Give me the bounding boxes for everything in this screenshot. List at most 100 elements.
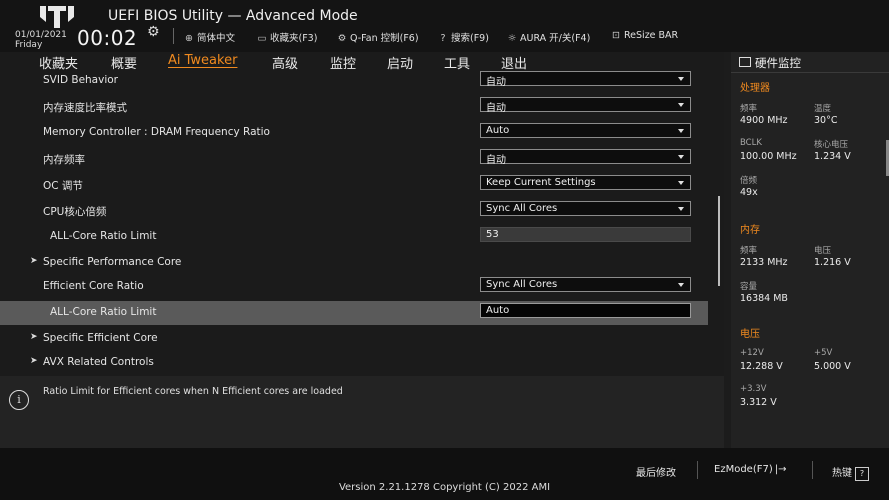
hardware-monitor-title: 硬件监控 [739, 55, 801, 71]
settings-scrollbar[interactable] [718, 196, 720, 286]
hardware-monitor-divider [731, 72, 889, 73]
bottom-bar: 最后修改 EzMode(F7) |→ 热键? Version 2.21.1278 … [0, 448, 889, 500]
help-bar: i Ratio Limit for Efficient cores when N… [0, 376, 724, 448]
setting-label: AVX Related Controls [43, 356, 154, 368]
hw-metric-label: 频率 [740, 104, 758, 114]
footer-divider [812, 461, 813, 479]
chevron-down-icon [678, 129, 684, 133]
toolbar-item-globe[interactable]: ⊕ 简体中文 [183, 30, 235, 44]
dropdown-value: 自动 [486, 77, 506, 88]
dropdown-value: 自动 [486, 103, 506, 114]
setting-dropdown[interactable]: 自动 [480, 97, 691, 114]
hw-section-title: 处理器 [740, 83, 770, 94]
hotkeys-label: 热键 [832, 468, 852, 479]
ratio-limit-input[interactable]: Auto [480, 303, 691, 318]
setting-dropdown[interactable]: 自动 [480, 71, 691, 88]
hw-metric-label: 电压 [814, 246, 832, 256]
toolbar-item-label: 简体中文 [197, 33, 236, 44]
input-value: Auto [486, 305, 510, 316]
setting-label: 内存频率 [43, 154, 85, 166]
chevron-down-icon [678, 181, 684, 185]
setting-row[interactable]: OC 调节 Keep Current Settings [0, 173, 708, 197]
setting-dropdown[interactable]: 自动 [480, 149, 691, 166]
setting-row[interactable]: ALL-Core Ratio Limit Auto [0, 301, 708, 325]
hw-metric-label: +12V [740, 348, 764, 358]
hw-metric-value: 30°C [814, 115, 838, 126]
dropdown-value: Auto [486, 125, 510, 136]
favorites-icon: ▭ [257, 33, 267, 44]
dropdown-value: Sync All Cores [486, 203, 558, 214]
toolbar-item-help-search[interactable]: ? 搜索(F9) [437, 30, 489, 44]
toolbar-item-label: 搜索(F9) [451, 33, 489, 44]
hw-metric-value: 4900 MHz [740, 115, 788, 126]
toolbar-item-label: ReSize BAR [624, 30, 679, 41]
setting-label: 内存速度比率模式 [43, 102, 127, 114]
setting-dropdown[interactable]: Keep Current Settings [480, 175, 691, 190]
submenu-arrow-icon: ➤ [30, 332, 38, 342]
chevron-down-icon [678, 207, 684, 211]
toolbar-item-label: AURA 开/关(F4) [520, 33, 591, 44]
setting-label: OC 调节 [43, 180, 83, 192]
toolbar-item-favorites[interactable]: ▭ 收藏夹(F3) [256, 30, 318, 44]
hardware-monitor-panel: 硬件监控 处理器 频率 4900 MHz 温度 30°C BCLK 100.00 MHz 核心… [731, 52, 889, 448]
toolbar-item-label: 收藏夹(F3) [270, 33, 318, 44]
fan-icon: ⚙ [337, 33, 347, 44]
ezmode-label: EzMode(F7) [714, 464, 773, 475]
exit-arrow-icon: |→ [774, 464, 787, 475]
setting-row[interactable]: SVID Behavior 自动 [0, 69, 708, 93]
toolbar-item-resize-bar[interactable]: ⊡ ReSize BAR [610, 30, 678, 41]
toolbar-item-aura[interactable]: ☼ AURA 开/关(F4) [506, 30, 591, 44]
date-text: 01/01/2021 [15, 30, 67, 40]
help-search-icon: ? [440, 33, 446, 44]
setting-row[interactable]: 内存频率 自动 [0, 147, 708, 171]
setting-row[interactable]: 内存速度比率模式 自动 [0, 95, 708, 119]
chevron-down-icon [678, 103, 684, 107]
version-text: Version 2.21.1278 Copyright (C) 2022 AMI [338, 482, 551, 493]
setting-row[interactable]: Efficient Core Ratio Sync All Cores [0, 275, 708, 299]
hw-metric-value: 5.000 V [814, 361, 851, 372]
aura-icon: ☼ [507, 33, 517, 44]
ezmode-button[interactable]: EzMode(F7) |→ [714, 464, 786, 475]
hw-metric-label: +5V [814, 348, 833, 358]
clock-settings-icon[interactable]: ⚙ [147, 24, 160, 40]
settings-list: SVID Behavior 自动 内存速度比率模式 自动 Memory Controll… [0, 69, 724, 376]
info-icon: i [9, 390, 29, 410]
globe-icon: ⊕ [185, 33, 193, 44]
setting-label: Efficient Core Ratio [43, 280, 144, 292]
hw-metric-value: 12.288 V [740, 361, 783, 372]
setting-dropdown[interactable]: Sync All Cores [480, 277, 691, 292]
setting-dropdown[interactable]: Sync All Cores [480, 201, 691, 216]
chevron-down-icon [678, 283, 684, 287]
hotkeys-button[interactable]: 热键? [832, 464, 869, 481]
hw-section-title: 电压 [740, 329, 760, 340]
last-modified-button[interactable]: 最后修改 [636, 464, 676, 479]
hotkeys-help-icon: ? [855, 467, 869, 481]
setting-row[interactable]: ➤ Specific Performance Core [0, 251, 708, 275]
resize-bar-icon: ⊡ [612, 30, 620, 41]
toolbar-item-label: Q-Fan 控制(F6) [350, 33, 419, 44]
hw-metric-label: 容量 [740, 282, 758, 292]
setting-row[interactable]: Memory Controller : DRAM Frequency Ratio… [0, 121, 708, 145]
setting-row[interactable]: CPU核心倍频 Sync All Cores [0, 199, 708, 223]
setting-label: SVID Behavior [43, 74, 118, 86]
hw-metric-label: 核心电压 [814, 140, 849, 150]
hw-metric-value: 1.234 V [814, 151, 851, 162]
input-value: 53 [486, 229, 499, 240]
setting-row[interactable]: ➤ Specific Efficient Core [0, 327, 708, 351]
footer-divider [697, 461, 698, 479]
dropdown-value: 自动 [486, 155, 506, 166]
toolbar-item-fan[interactable]: ⚙ Q-Fan 控制(F6) [336, 30, 419, 44]
toolbar-divider [173, 28, 174, 44]
day-text: Friday [15, 40, 43, 50]
dropdown-value: Sync All Cores [486, 279, 558, 290]
hw-metric-value: 1.216 V [814, 257, 851, 268]
hw-metric-value: 16384 MB [740, 293, 788, 304]
tab-2[interactable]: Ai Tweaker [168, 53, 237, 68]
setting-row[interactable]: ALL-Core Ratio Limit 53 [0, 225, 708, 249]
hw-metric-label: BCLK [740, 138, 762, 148]
hw-metric-label: 倍频 [740, 176, 758, 186]
setting-dropdown[interactable]: Auto [480, 123, 691, 138]
chevron-down-icon [678, 77, 684, 81]
setting-row[interactable]: ➤ AVX Related Controls [0, 351, 708, 375]
hw-metric-value: 100.00 MHz [740, 151, 797, 162]
